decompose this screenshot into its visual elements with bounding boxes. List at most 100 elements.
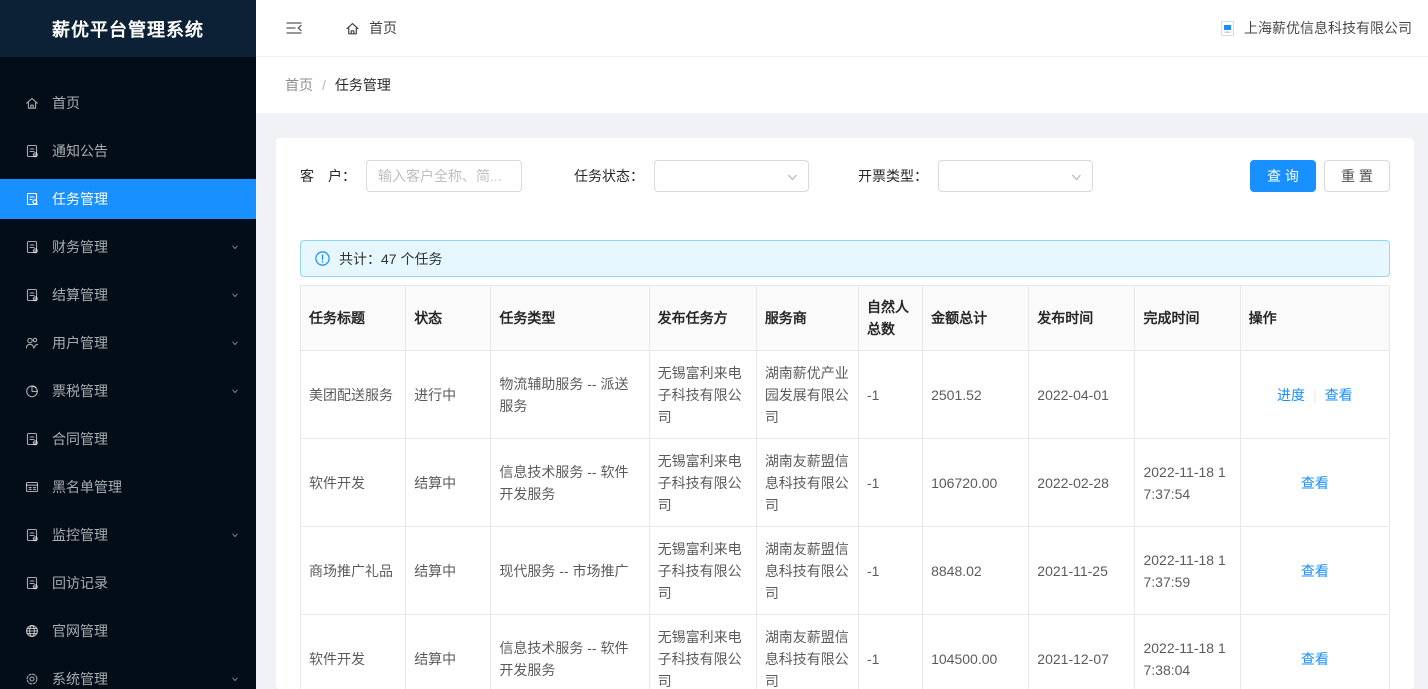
info-circle-icon bbox=[315, 251, 330, 266]
sidebar-item-monitor[interactable]: 监控管理 bbox=[0, 515, 256, 555]
filter-bar: 客 户： 任务状态： 开票类型： 查 询 重 置 bbox=[300, 160, 1390, 192]
cell-type: 信息技术服务 -- 软件开发服务 bbox=[491, 439, 649, 527]
invoice-type-select[interactable] bbox=[938, 160, 1093, 192]
cell-complete-time: 2022-11-18 17:38:04 bbox=[1135, 615, 1240, 689]
reset-button[interactable]: 重 置 bbox=[1324, 160, 1390, 192]
view-link[interactable]: 查看 bbox=[1301, 651, 1329, 667]
sidebar-item-users[interactable]: 用户管理 bbox=[0, 323, 256, 363]
cell-complete-time: 2022-11-18 17:37:54 bbox=[1135, 439, 1240, 527]
sidebar-item-label: 官网管理 bbox=[52, 621, 240, 641]
breadcrumb: 首页 / 任务管理 bbox=[256, 57, 1428, 113]
monitor-icon bbox=[24, 527, 40, 543]
cell-provider: 湖南友薪盟信息科技有限公司 bbox=[756, 527, 858, 615]
sidebar-item-system[interactable]: 系统管理 bbox=[0, 659, 256, 689]
home-icon bbox=[344, 20, 361, 37]
col-type: 任务类型 bbox=[491, 286, 649, 351]
col-status: 状态 bbox=[406, 286, 491, 351]
sidebar-item-tax[interactable]: 票税管理 bbox=[0, 371, 256, 411]
sidebar-item-label: 财务管理 bbox=[52, 237, 230, 257]
home-icon bbox=[24, 95, 40, 111]
sidebar-item-notice[interactable]: 通知公告 bbox=[0, 131, 256, 171]
cell-publish-time: 2021-12-07 bbox=[1029, 615, 1135, 689]
company-menu[interactable]: 上海薪优信息科技有限公司 bbox=[1221, 18, 1412, 38]
sidebar-item-contracts[interactable]: 合同管理 bbox=[0, 419, 256, 459]
settlement-icon bbox=[24, 287, 40, 303]
contract-icon bbox=[24, 431, 40, 447]
view-link[interactable]: 查看 bbox=[1325, 387, 1353, 403]
sidebar-item-blacklist[interactable]: 黑名单管理 bbox=[0, 467, 256, 507]
sidebar-menu: 首页 通知公告 任务管理 财务管理 结算管理 用户管理 票税管理 bbox=[0, 57, 256, 689]
cell-complete-time: 2022-11-18 17:37:59 bbox=[1135, 527, 1240, 615]
sidebar-item-label: 系统管理 bbox=[52, 669, 230, 689]
cell-publisher: 无锡富利来电子科技有限公司 bbox=[649, 439, 756, 527]
customer-input[interactable] bbox=[366, 160, 522, 192]
task-status-label: 任务状态： bbox=[574, 166, 644, 186]
task-card: 客 户： 任务状态： 开票类型： 查 询 重 置 bbox=[276, 138, 1414, 689]
pie-chart-icon bbox=[24, 383, 40, 399]
cell-person-count: -1 bbox=[859, 527, 923, 615]
cell-amount: 104500.00 bbox=[923, 615, 1029, 689]
users-icon bbox=[24, 335, 40, 351]
table-row: 软件开发 结算中 信息技术服务 -- 软件开发服务 无锡富利来电子科技有限公司 … bbox=[301, 439, 1390, 527]
sidebar-item-label: 监控管理 bbox=[52, 525, 230, 545]
cell-status: 结算中 bbox=[406, 527, 491, 615]
finance-icon bbox=[24, 239, 40, 255]
breadcrumb-separator: / bbox=[322, 77, 326, 93]
task-count-alert: 共计：47 个任务 bbox=[300, 240, 1390, 277]
customer-label: 客 户： bbox=[300, 166, 356, 186]
sidebar-item-tasks[interactable]: 任务管理 bbox=[0, 179, 256, 219]
view-link[interactable]: 查看 bbox=[1301, 475, 1329, 491]
cell-publisher: 无锡富利来电子科技有限公司 bbox=[649, 527, 756, 615]
cell-person-count: -1 bbox=[859, 615, 923, 689]
cell-status: 结算中 bbox=[406, 439, 491, 527]
progress-link[interactable]: 进度 bbox=[1277, 387, 1305, 403]
sidebar-item-finance[interactable]: 财务管理 bbox=[0, 227, 256, 267]
table-row: 软件开发 结算中 信息技术服务 -- 软件开发服务 无锡富利来电子科技有限公司 … bbox=[301, 615, 1390, 689]
cell-publish-time: 2022-04-01 bbox=[1029, 351, 1135, 439]
cell-status: 结算中 bbox=[406, 615, 491, 689]
cell-amount: 2501.52 bbox=[923, 351, 1029, 439]
menu-fold-icon[interactable] bbox=[284, 18, 304, 38]
main-area: 首页 上海薪优信息科技有限公司 首页 / 任务管理 客 户： 任务状态： bbox=[256, 0, 1428, 689]
home-tab-label: 首页 bbox=[369, 18, 397, 38]
notice-icon bbox=[24, 143, 40, 159]
breadcrumb-home[interactable]: 首页 bbox=[285, 75, 313, 95]
idcard-icon bbox=[24, 479, 40, 495]
gear-icon bbox=[24, 671, 40, 687]
cell-person-count: -1 bbox=[859, 439, 923, 527]
sidebar-item-label: 首页 bbox=[52, 93, 240, 113]
cell-provider: 湖南薪优产业园发展有限公司 bbox=[756, 351, 858, 439]
sidebar-item-label: 结算管理 bbox=[52, 285, 230, 305]
sidebar-item-label: 合同管理 bbox=[52, 429, 240, 449]
task-status-select[interactable] bbox=[654, 160, 809, 192]
sidebar-item-settlement[interactable]: 结算管理 bbox=[0, 275, 256, 315]
table-row: 商场推广礼品 结算中 现代服务 -- 市场推广 无锡富利来电子科技有限公司 湖南… bbox=[301, 527, 1390, 615]
sidebar: 薪优平台管理系统 首页 通知公告 任务管理 财务管理 结算管理 用户管理 bbox=[0, 0, 256, 689]
chevron-down-icon bbox=[230, 671, 240, 687]
cell-status: 进行中 bbox=[406, 351, 491, 439]
col-publish-time: 发布时间 bbox=[1029, 286, 1135, 351]
sidebar-item-callbacks[interactable]: 回访记录 bbox=[0, 563, 256, 603]
sidebar-item-home[interactable]: 首页 bbox=[0, 83, 256, 123]
app-logo: 薪优平台管理系统 bbox=[0, 0, 256, 57]
cell-type: 信息技术服务 -- 软件开发服务 bbox=[491, 615, 649, 689]
cell-type: 物流辅助服务 -- 派送服务 bbox=[491, 351, 649, 439]
home-tab[interactable]: 首页 bbox=[344, 18, 397, 38]
table-row: 美团配送服务 进行中 物流辅助服务 -- 派送服务 无锡富利来电子科技有限公司 … bbox=[301, 351, 1390, 439]
chevron-down-icon bbox=[1071, 172, 1082, 183]
cell-publisher: 无锡富利来电子科技有限公司 bbox=[649, 351, 756, 439]
cell-amount: 8848.02 bbox=[923, 527, 1029, 615]
col-title: 任务标题 bbox=[301, 286, 406, 351]
view-link[interactable]: 查看 bbox=[1301, 563, 1329, 579]
cell-provider: 湖南友薪盟信息科技有限公司 bbox=[756, 439, 858, 527]
chevron-down-icon bbox=[230, 335, 240, 351]
chevron-down-icon bbox=[230, 287, 240, 303]
table-header-row: 任务标题 状态 任务类型 发布任务方 服务商 自然人总数 金额总计 发布时间 完… bbox=[301, 286, 1390, 351]
sidebar-item-website[interactable]: 官网管理 bbox=[0, 611, 256, 651]
sidebar-item-label: 回访记录 bbox=[52, 573, 240, 593]
search-button[interactable]: 查 询 bbox=[1250, 160, 1316, 192]
sidebar-item-label: 通知公告 bbox=[52, 141, 240, 161]
cell-person-count: -1 bbox=[859, 351, 923, 439]
breadcrumb-current: 任务管理 bbox=[335, 75, 391, 95]
cell-publish-time: 2021-11-25 bbox=[1029, 527, 1135, 615]
